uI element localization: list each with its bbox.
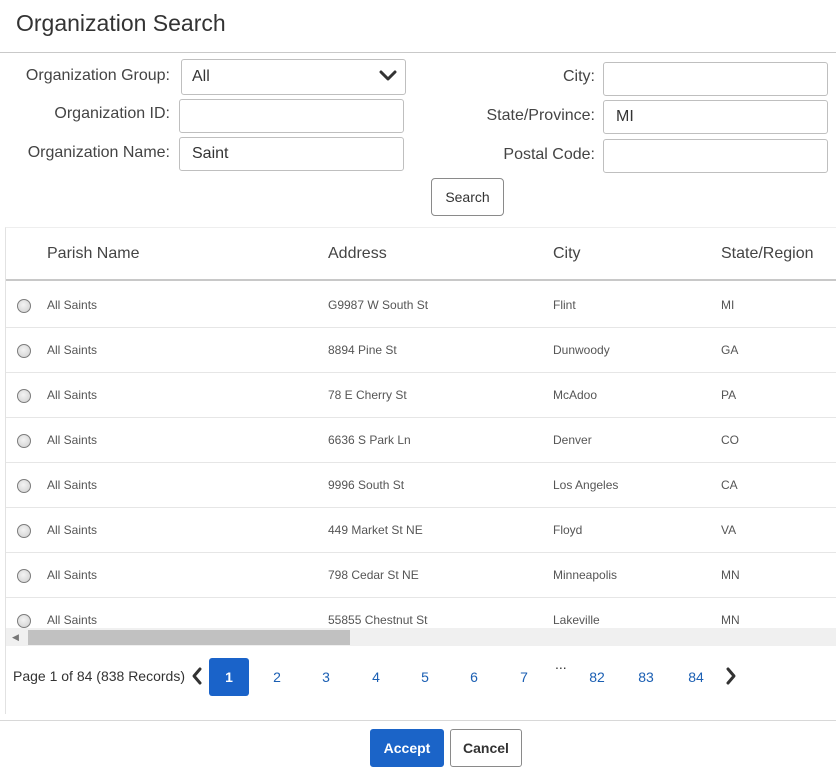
cell-name: All Saints: [47, 433, 98, 447]
row-select-radio[interactable]: [17, 299, 31, 313]
cell-city: Flint: [553, 298, 576, 312]
cell-address: 449 Market St NE: [328, 523, 423, 537]
table-row[interactable]: All Saints 449 Market St NE Floyd VA: [6, 508, 836, 553]
city-input[interactable]: [603, 62, 828, 96]
state-province-label: State/Province:: [486, 107, 596, 124]
cell-name: All Saints: [47, 478, 98, 492]
pager-summary: Page 1 of 84 (838 Records): [13, 668, 185, 684]
page-button-6[interactable]: 6: [454, 658, 494, 696]
footer-divider: [0, 720, 836, 721]
page-button-1[interactable]: 1: [209, 658, 249, 696]
page-button-7[interactable]: 7: [504, 658, 544, 696]
cell-state: VA: [721, 523, 737, 537]
scrollbar-thumb[interactable]: [28, 630, 350, 645]
cell-city: Lakeville: [553, 613, 600, 627]
results-panel: Parish Name Address City State/Region Al…: [5, 227, 836, 714]
cell-city: Los Angeles: [553, 478, 619, 492]
cell-address: 6636 S Park Ln: [328, 433, 411, 447]
page-button-4[interactable]: 4: [356, 658, 396, 696]
chevron-down-icon: [379, 70, 397, 81]
cell-name: All Saints: [47, 343, 98, 357]
cell-state: PA: [721, 388, 737, 402]
postal-code-label: Postal Code:: [503, 146, 595, 163]
cell-state: MN: [721, 568, 740, 582]
organization-id-label: Organization ID:: [54, 105, 170, 122]
table-row[interactable]: All Saints G9987 W South St Flint MI: [6, 283, 836, 328]
accept-button[interactable]: Accept: [370, 729, 444, 767]
cell-city: Floyd: [553, 523, 583, 537]
cancel-button[interactable]: Cancel: [450, 729, 522, 767]
page-ellipsis: ...: [555, 656, 567, 672]
row-select-radio[interactable]: [17, 614, 31, 628]
cell-address: G9987 W South St: [328, 298, 429, 312]
page-button-5[interactable]: 5: [405, 658, 445, 696]
table-row[interactable]: All Saints 6636 S Park Ln Denver CO: [6, 418, 836, 463]
page-button-84[interactable]: 84: [676, 658, 716, 696]
cell-address: 78 E Cherry St: [328, 388, 407, 402]
organization-id-input[interactable]: [179, 99, 404, 133]
column-header-state-region[interactable]: State/Region: [721, 245, 814, 263]
cell-city: Dunwoody: [553, 343, 610, 357]
cell-name: All Saints: [47, 568, 98, 582]
row-select-radio[interactable]: [17, 434, 31, 448]
cell-state: CA: [721, 478, 738, 492]
cell-name: All Saints: [47, 388, 98, 402]
cell-name: All Saints: [47, 523, 98, 537]
page-button-2[interactable]: 2: [257, 658, 297, 696]
table-row[interactable]: All Saints 78 E Cherry St McAdoo PA: [6, 373, 836, 418]
column-header-address[interactable]: Address: [328, 245, 387, 263]
cell-address: 798 Cedar St NE: [328, 568, 419, 582]
column-header-parish-name[interactable]: Parish Name: [47, 245, 139, 263]
cell-city: Denver: [553, 433, 592, 447]
search-button[interactable]: Search: [431, 178, 504, 216]
organization-group-label: Organization Group:: [25, 67, 170, 84]
chevron-right-icon[interactable]: [721, 664, 741, 688]
cell-state: MI: [721, 298, 735, 312]
column-header-city[interactable]: City: [553, 245, 581, 263]
city-label: City:: [563, 68, 595, 85]
triangle-left-icon[interactable]: ◀: [12, 632, 19, 642]
cell-city: Minneapolis: [553, 568, 618, 582]
organization-group-select[interactable]: All: [181, 59, 406, 95]
table-row[interactable]: All Saints 798 Cedar St NE Minneapolis MN: [6, 553, 836, 598]
cell-name: All Saints: [47, 298, 98, 312]
table-header: Parish Name Address City State/Region: [6, 228, 836, 281]
cell-state: MN: [721, 613, 740, 627]
title-divider: [0, 52, 836, 53]
organization-name-input[interactable]: [179, 137, 404, 171]
row-select-radio[interactable]: [17, 479, 31, 493]
row-select-radio[interactable]: [17, 524, 31, 538]
horizontal-scrollbar[interactable]: ◀: [6, 628, 836, 646]
page-button-82[interactable]: 82: [577, 658, 617, 696]
organization-group-value: All: [192, 68, 210, 85]
cell-state: CO: [721, 433, 739, 447]
row-select-radio[interactable]: [17, 344, 31, 358]
organization-name-label: Organization Name:: [27, 144, 170, 161]
cell-name: All Saints: [47, 613, 98, 627]
cell-address: 9996 South St: [328, 478, 405, 492]
table-row[interactable]: All Saints 8894 Pine St Dunwoody GA: [6, 328, 836, 373]
cell-address: 55855 Chestnut St: [328, 613, 428, 627]
cell-address: 8894 Pine St: [328, 343, 397, 357]
cell-city: McAdoo: [553, 388, 598, 402]
table-row[interactable]: All Saints 9996 South St Los Angeles CA: [6, 463, 836, 508]
chevron-left-icon[interactable]: [187, 664, 207, 688]
dialog-title: Organization Search: [16, 10, 226, 36]
row-select-radio[interactable]: [17, 389, 31, 403]
row-select-radio[interactable]: [17, 569, 31, 583]
postal-code-input[interactable]: [603, 139, 828, 173]
page-button-83[interactable]: 83: [626, 658, 666, 696]
page-button-3[interactable]: 3: [306, 658, 346, 696]
state-province-input[interactable]: [603, 100, 828, 134]
cell-state: GA: [721, 343, 739, 357]
